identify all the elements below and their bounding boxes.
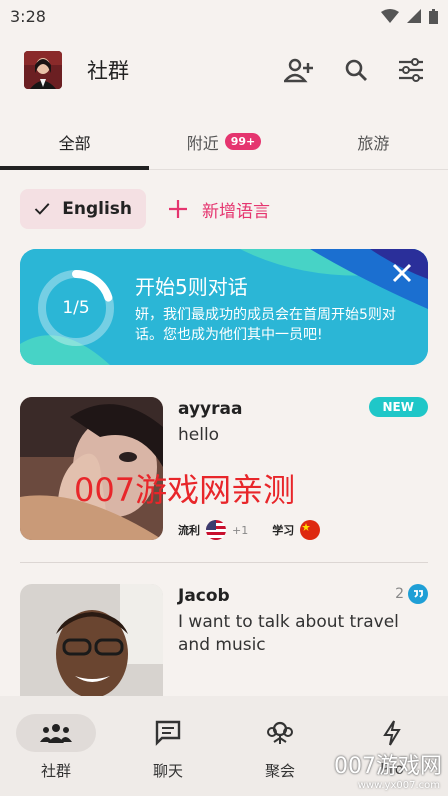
- reply-count-value: 2: [395, 586, 404, 602]
- tab-travel[interactable]: 旅游: [299, 114, 448, 169]
- member-languages: 流利 +1 学习: [178, 520, 321, 540]
- tab-all[interactable]: 全部: [0, 114, 150, 170]
- add-language-label: 新增语言: [202, 201, 270, 222]
- wifi-icon: [381, 9, 399, 23]
- tab-label: 旅游: [357, 133, 390, 153]
- header-actions: [284, 57, 424, 83]
- tab-nearby[interactable]: 附近 99+: [149, 114, 298, 169]
- status-time: 3:28: [10, 6, 46, 26]
- signal-icon: [407, 9, 421, 23]
- meetup-icon: [240, 714, 320, 752]
- divider: [20, 562, 428, 563]
- quote-bubble-icon: [408, 584, 428, 604]
- corner-watermark: 007游戏网: [334, 754, 442, 779]
- avatar[interactable]: [24, 51, 62, 89]
- new-badge: NEW: [368, 397, 428, 417]
- promo-card: 1/5 开始5则对话 妍，我们最成功的成员会在首周开始5则对话。您也成为他们其中…: [20, 249, 428, 365]
- progress-text: 1/5: [62, 298, 90, 318]
- tab-bar: 全部 附近 99+ 旅游: [0, 114, 448, 170]
- member-message: I want to talk about travel and music: [178, 612, 399, 655]
- status-icons: [381, 8, 438, 24]
- nav-meetup[interactable]: 聚会: [224, 696, 336, 796]
- member-name: Jacob: [178, 586, 230, 606]
- member-card-jacob[interactable]: Jacob I want to talk about travel and mu…: [20, 584, 428, 696]
- member-message: hello: [178, 425, 220, 445]
- promo-title: 开始5则对话: [135, 275, 248, 299]
- filter-icon[interactable]: [398, 58, 424, 82]
- us-flag-icon: [206, 520, 226, 540]
- corner-watermark-url: www.yx007.com: [357, 780, 440, 791]
- language-chip-english[interactable]: English: [20, 189, 146, 229]
- page-title: 社群: [87, 59, 129, 83]
- battery-icon: [429, 8, 438, 24]
- member-photo: [20, 584, 163, 696]
- search-icon[interactable]: [344, 58, 368, 82]
- chat-icon: [128, 714, 208, 752]
- check-icon: [34, 203, 50, 215]
- china-flag-icon: [300, 520, 321, 540]
- nav-chat[interactable]: 聊天: [112, 696, 224, 796]
- nav-label: 社群: [40, 762, 71, 780]
- promo-body: 妍，我们最成功的成员会在首周开始5则对话。您也成为他们其中一员吧!: [135, 307, 396, 343]
- learning-label: 学习: [272, 524, 295, 537]
- nav-community[interactable]: 社群: [0, 696, 112, 796]
- add-friend-icon[interactable]: [284, 57, 314, 83]
- nav-label: 聚会: [264, 762, 295, 780]
- language-chip-label: English: [62, 199, 132, 219]
- reply-count: 2: [395, 584, 428, 604]
- status-bar: 3:28: [0, 0, 448, 32]
- plus-icon: [169, 200, 187, 218]
- tab-label: 全部: [58, 133, 91, 153]
- tab-label: 附近: [186, 133, 219, 153]
- community-icon: [16, 714, 96, 752]
- more-languages-count: +1: [232, 523, 249, 537]
- watermark-text: 007游戏网亲测: [74, 471, 296, 509]
- language-filter: English 新增语言: [20, 189, 270, 229]
- lightning-icon: [352, 714, 432, 752]
- close-icon[interactable]: [390, 261, 414, 285]
- fluent-label: 流利: [178, 524, 200, 537]
- member-name: ayyraa: [178, 399, 243, 419]
- nav-label: 聊天: [152, 762, 183, 780]
- add-language-button[interactable]: 新增语言: [168, 197, 270, 222]
- app-header: 社群: [0, 40, 448, 100]
- nearby-count-badge: 99+: [224, 133, 262, 150]
